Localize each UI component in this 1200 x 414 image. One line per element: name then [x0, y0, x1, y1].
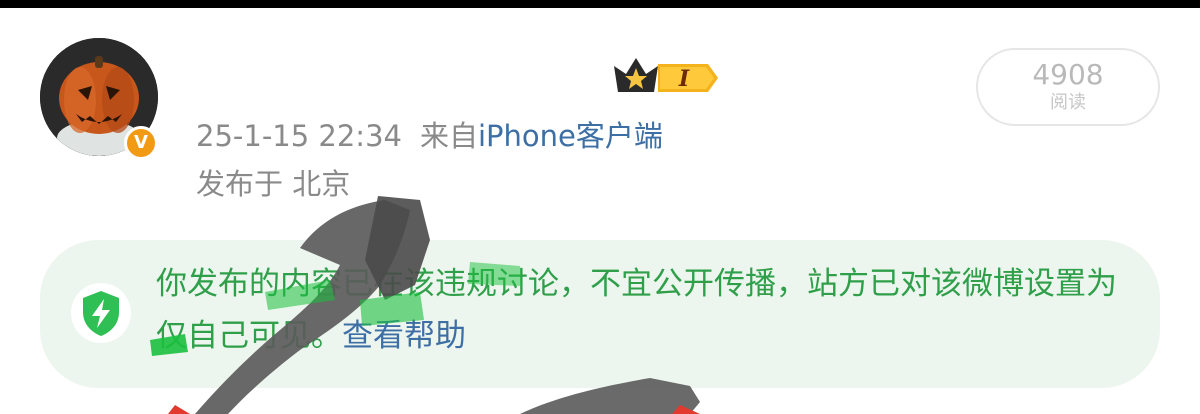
notice-message: 你发布的内容已在该违规讨论，不宜公开传播，站方已对该微博设置为仅自己可见。	[156, 266, 1117, 354]
post-timestamp: 25-1-15 22:34	[196, 119, 402, 153]
post-location: 发布于 北京	[196, 164, 350, 204]
top-bar	[0, 0, 1200, 8]
read-label: 阅读	[1050, 92, 1086, 113]
location-value: 北京	[292, 167, 351, 201]
notice-message-block: 你发布的内容已在该违规讨论，不宜公开传播，站方已对该微博设置为仅自己可见。查看帮…	[156, 258, 1136, 362]
read-counter: 4908 阅读	[976, 48, 1160, 126]
location-label: 发布于	[196, 167, 284, 201]
verified-symbol: V	[134, 132, 148, 153]
visibility-notice: 你发布的内容已在该违规讨论，不宜公开传播，站方已对该微博设置为仅自己可见。查看帮…	[40, 240, 1160, 388]
post-meta: 25-1-15 22:34 来自iPhone客户端	[196, 116, 663, 156]
help-link[interactable]: 查看帮助	[342, 318, 466, 354]
verified-badge: V	[124, 126, 158, 160]
source-client-link[interactable]: iPhone客户端	[478, 119, 663, 153]
shield-lightning-icon	[71, 283, 131, 343]
read-count: 4908	[1032, 58, 1104, 91]
source-prefix: 来自	[419, 119, 478, 153]
crown-label: I	[678, 66, 690, 92]
crown-badge-icon: I	[614, 58, 718, 92]
